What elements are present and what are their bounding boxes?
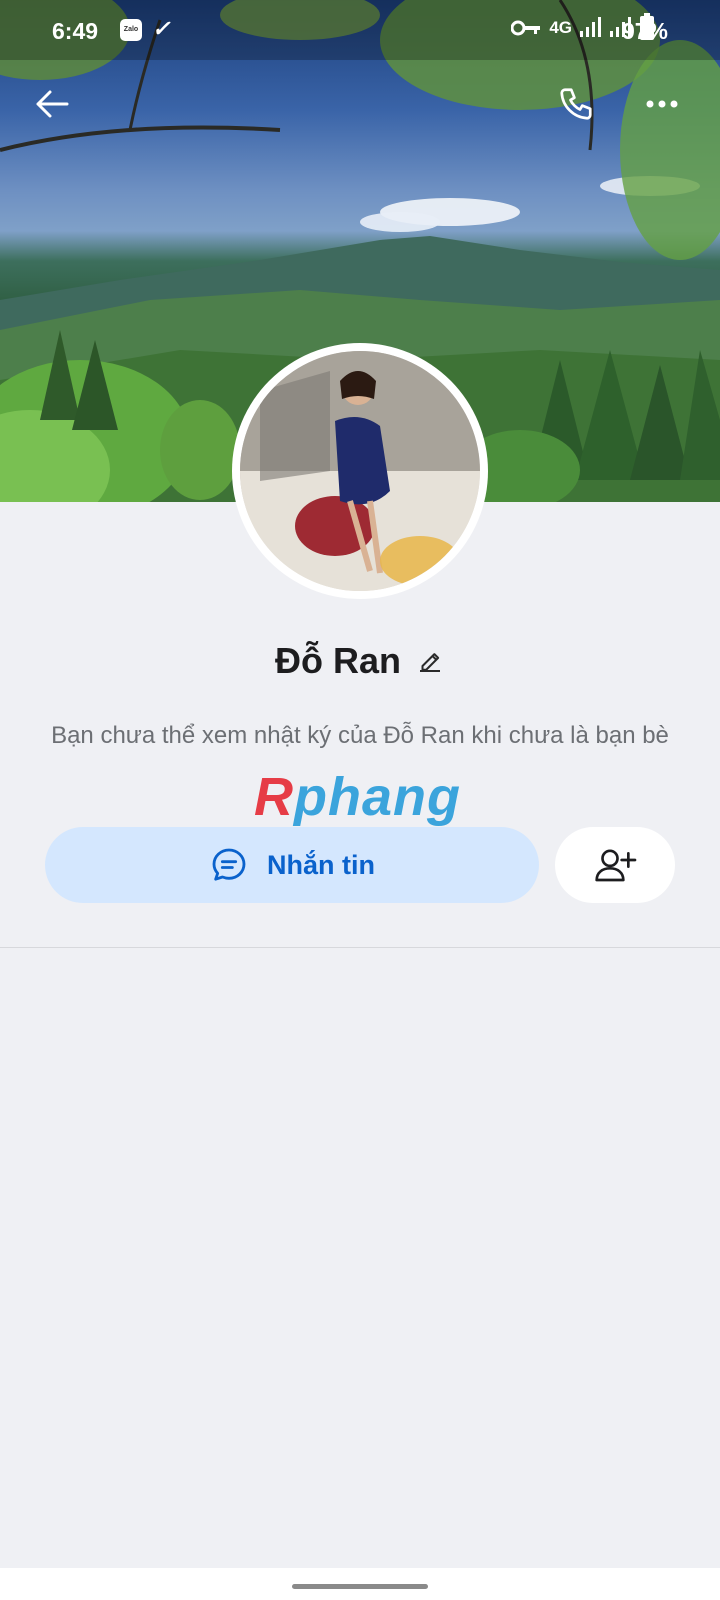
status-bar: 6:49 Zalo ✓ 4G 97% bbox=[0, 0, 720, 60]
v-notification-icon: ✓ bbox=[152, 16, 171, 41]
battery-percent: 97% bbox=[621, 18, 668, 44]
zalo-notification-icon: Zalo bbox=[120, 19, 142, 41]
section-divider bbox=[0, 947, 720, 948]
network-type: 4G bbox=[549, 18, 572, 37]
diary-locked-notice: Bạn chưa thể xem nhật ký của Đỗ Ran khi … bbox=[51, 722, 669, 749]
profile-name-row: Đỗ Ran bbox=[0, 640, 720, 682]
arrow-left-icon bbox=[36, 90, 69, 118]
profile-name: Đỗ Ran bbox=[275, 640, 401, 681]
message-button-label: Nhắn tin bbox=[267, 849, 375, 880]
watermark-logo: Rphang bbox=[254, 767, 461, 827]
phone-icon bbox=[560, 88, 592, 120]
chat-bubble-icon bbox=[212, 848, 246, 881]
message-button[interactable]: Nhắn tin bbox=[45, 827, 539, 903]
more-button[interactable] bbox=[632, 74, 692, 134]
signal-icon bbox=[580, 17, 601, 37]
more-dots-icon bbox=[646, 100, 678, 108]
vpn-key-icon bbox=[511, 20, 541, 36]
pencil-edit-icon[interactable] bbox=[415, 646, 445, 676]
add-friend-icon bbox=[595, 849, 637, 882]
status-time: 6:49 bbox=[52, 18, 99, 44]
call-button[interactable] bbox=[546, 74, 606, 134]
avatar-photo bbox=[240, 351, 480, 591]
add-friend-button[interactable] bbox=[555, 827, 675, 903]
profile-avatar[interactable] bbox=[232, 343, 488, 599]
home-indicator[interactable] bbox=[292, 1584, 428, 1589]
back-button[interactable] bbox=[22, 74, 82, 134]
